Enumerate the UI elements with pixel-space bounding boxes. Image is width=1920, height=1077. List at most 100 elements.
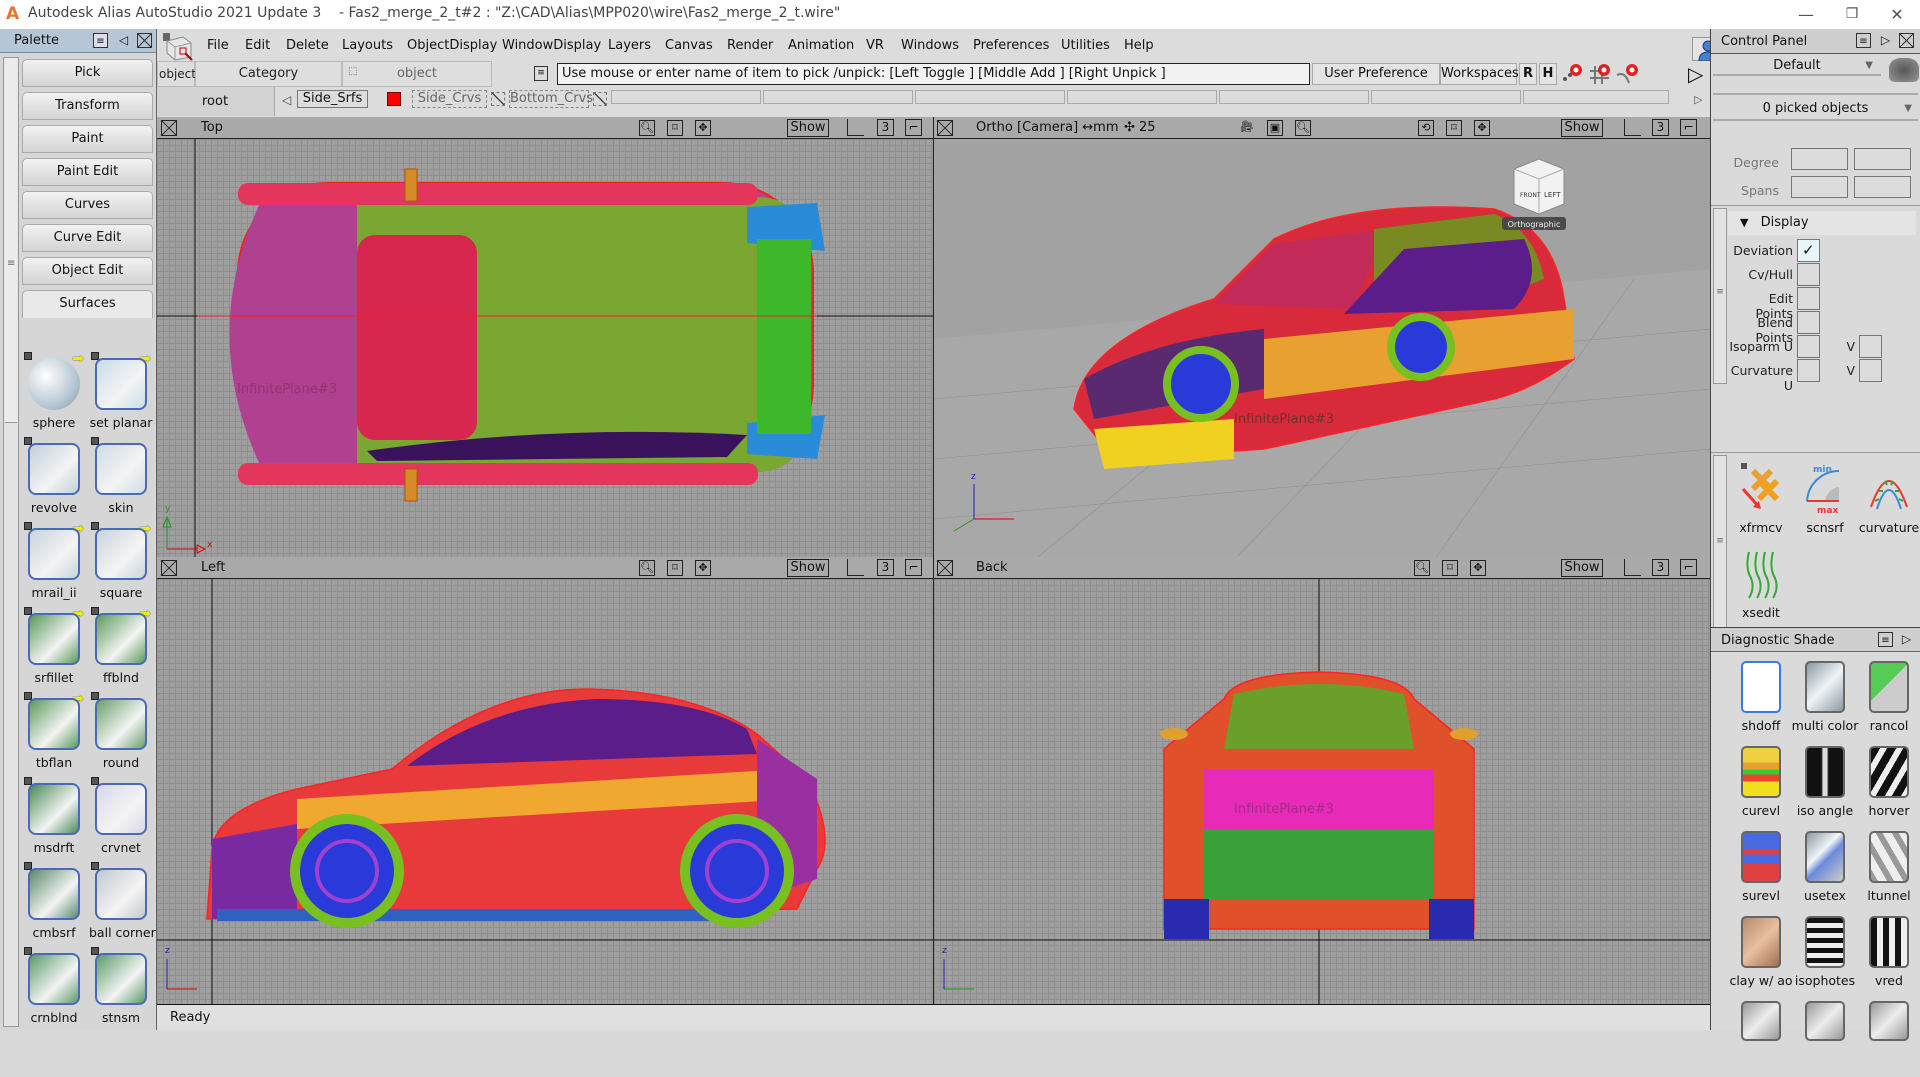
menu-utilities[interactable]: Utilities — [1061, 38, 1110, 53]
tool-sphere[interactable]: ➡ sphere — [22, 351, 86, 437]
shade-multi-color[interactable]: multi color — [1792, 657, 1858, 737]
show-button[interactable]: Show — [787, 559, 829, 577]
spans-v-field[interactable] — [1854, 176, 1911, 198]
zoom-icon[interactable]: 🔍︎ — [1295, 120, 1311, 136]
shade-tool-partial[interactable] — [1792, 997, 1858, 1077]
display-option-checkbox[interactable] — [1797, 311, 1820, 334]
tool-ball-corner[interactable]: ball corner — [89, 862, 156, 947]
shade-vred[interactable]: vred — [1856, 912, 1920, 992]
menu-file[interactable]: File — [207, 38, 229, 53]
toolbar-expand-icon[interactable]: ▷ — [1688, 63, 1703, 85]
display-option-checkbox[interactable] — [1797, 359, 1820, 382]
maximize-viewport-icon[interactable]: ⌐ — [905, 559, 922, 576]
tool-round[interactable]: round — [89, 692, 153, 777]
layer-color-swatch[interactable] — [387, 92, 401, 106]
zoom-icon[interactable]: 🔍︎ — [639, 120, 655, 136]
empty-layer-slot[interactable] — [763, 90, 913, 104]
tool-stnsm[interactable]: stnsm — [89, 947, 153, 1032]
close-window-button[interactable]: ✕ — [1874, 0, 1920, 29]
viewport-number[interactable]: 3 — [1652, 119, 1669, 136]
palette-tab-pick[interactable]: Pick — [22, 59, 153, 87]
shade-iso-angle[interactable]: iso angle — [1792, 742, 1858, 822]
layer-scroll-left-icon[interactable]: ◁ — [282, 93, 291, 107]
degree-u-field[interactable] — [1791, 148, 1848, 170]
control-panel-expand-icon[interactable]: ▷ — [1878, 33, 1893, 48]
shade-curevl[interactable]: curevl — [1728, 742, 1794, 822]
category-selector[interactable]: Category — [195, 61, 342, 87]
menu-layouts[interactable]: Layouts — [342, 38, 393, 53]
display-option-checkbox[interactable] — [1797, 335, 1820, 358]
degree-v-field[interactable] — [1854, 148, 1911, 170]
shade-clay-w-ao[interactable]: clay w/ ao — [1728, 912, 1794, 992]
layer-visibility-icon[interactable] — [593, 92, 607, 106]
h-button[interactable]: H — [1539, 63, 1557, 85]
viewport-close-icon[interactable] — [161, 560, 177, 576]
layer-root[interactable]: root — [157, 87, 275, 116]
user-preference-sets-button[interactable]: User Preference Sets — [1312, 63, 1440, 101]
menu-objectdisplay[interactable]: ObjectDisplay — [407, 38, 497, 53]
viewport-back[interactable]: Back 🔍︎ ⌑ ✥ Show 3 ⌐ InfinitePlane#3 z — [933, 557, 1710, 1004]
menu-vr[interactable]: VR — [866, 38, 884, 53]
layer-scroll-right-icon[interactable]: ▷ — [1694, 93, 1702, 106]
snap-curve-icon[interactable] — [1615, 63, 1640, 85]
picked-objects-dropdown[interactable]: 0 picked objects ▼ — [1713, 97, 1918, 121]
menu-windows[interactable]: Windows — [901, 38, 959, 53]
viewport-number[interactable]: 3 — [1652, 559, 1669, 576]
camera-settings-icon[interactable]: ▣ — [1267, 120, 1283, 136]
shade-shdoff[interactable]: shdoff — [1728, 657, 1794, 737]
menu-windowdisplay[interactable]: WindowDisplay — [502, 38, 601, 53]
ruler-icon[interactable] — [847, 119, 864, 136]
flyout-arrow-icon[interactable]: ➡ — [72, 351, 84, 367]
viewcube-projection-label[interactable]: Orthographic — [1508, 220, 1561, 229]
preset-dropdown[interactable]: Default ▼ — [1713, 56, 1881, 76]
dolly-icon[interactable]: ⌑ — [667, 560, 683, 576]
viewport-top[interactable]: Top 🔍︎ ⌑ ✥ Show 3 ⌐ InfinitePlane#3 x y — [157, 117, 933, 560]
drag-handle-icon[interactable]: ≡ — [7, 258, 15, 269]
viewport-canvas[interactable]: FRONT LEFT Orthographic InfinitePlane#3 … — [934, 139, 1710, 560]
diagnostic-expand-icon[interactable]: ▷ — [1899, 632, 1914, 647]
pan-icon[interactable]: ✥ — [695, 560, 711, 576]
viewport-number[interactable]: 3 — [877, 119, 894, 136]
empty-layer-slot[interactable] — [1523, 90, 1669, 104]
camera-icon[interactable]: 🎥︎ — [1239, 120, 1255, 136]
pan-icon[interactable]: ✥ — [1470, 560, 1486, 576]
shade-tool-partial[interactable] — [1728, 997, 1794, 1077]
menu-delete[interactable]: Delete — [286, 38, 329, 53]
layer-bottom-crvs[interactable]: Bottom_Crvs — [509, 90, 593, 108]
maximize-viewport-icon[interactable]: ⌐ — [1680, 559, 1697, 576]
show-button[interactable]: Show — [1561, 559, 1603, 577]
tumble-icon[interactable]: ⟲ — [1418, 120, 1434, 136]
menu-canvas[interactable]: Canvas — [665, 38, 713, 53]
shade-ltunnel[interactable]: ltunnel — [1856, 827, 1920, 907]
menu-edit[interactable]: Edit — [245, 38, 270, 53]
tool-crnblnd[interactable]: crnblnd — [22, 947, 86, 1032]
view-cube[interactable]: FRONT LEFT Orthographic — [1502, 158, 1566, 230]
ruler-icon[interactable] — [847, 559, 864, 576]
tool-mrail-ii[interactable]: ➡ mrail_ii — [22, 521, 86, 607]
layer-side-crvs[interactable]: Side_Crvs — [412, 90, 487, 108]
maximize-button[interactable]: ❐ — [1829, 0, 1875, 29]
palette-scrollbar[interactable]: ≡ — [3, 57, 19, 1027]
maximize-viewport-icon[interactable]: ⌐ — [905, 119, 922, 136]
dolly-icon[interactable]: ⌑ — [667, 120, 683, 136]
pan-icon[interactable]: ✥ — [695, 120, 711, 136]
diagnostic-menu-icon[interactable]: ≡ — [1878, 632, 1893, 647]
scnsrf-tool[interactable]: min max scnsrf — [1792, 459, 1858, 539]
menu-layers[interactable]: Layers — [608, 38, 651, 53]
display-option-checkbox[interactable]: ✓ — [1797, 239, 1820, 262]
shade-tool-partial[interactable] — [1856, 997, 1920, 1077]
viewport-canvas[interactable]: InfinitePlane#3 x y — [157, 139, 933, 560]
palette-tab-curves[interactable]: Curves — [22, 191, 153, 219]
snap-point-icon[interactable] — [1559, 63, 1584, 85]
display-option-checkbox[interactable] — [1797, 287, 1820, 310]
xfrmcv-tool[interactable]: xfrmcv — [1728, 459, 1794, 539]
tool-options-icon[interactable] — [24, 352, 32, 360]
layer-side-srfs[interactable]: Side_Srfs — [297, 90, 368, 108]
viewport-close-icon[interactable] — [937, 120, 953, 136]
control-panel-menu-icon[interactable]: ≡ — [1856, 33, 1871, 48]
tool-msdrft[interactable]: msdrft — [22, 777, 86, 862]
empty-layer-slot[interactable] — [1371, 90, 1521, 104]
palette-collapse-icon[interactable]: ◁ — [116, 33, 131, 48]
menu-render[interactable]: Render — [727, 38, 773, 53]
viewport-perspective[interactable]: Ortho [Camera] ↔mm ✣ 25 🎥︎ ▣ 🔍︎ ⟲ ⌑ ✥ Sh… — [933, 117, 1710, 560]
